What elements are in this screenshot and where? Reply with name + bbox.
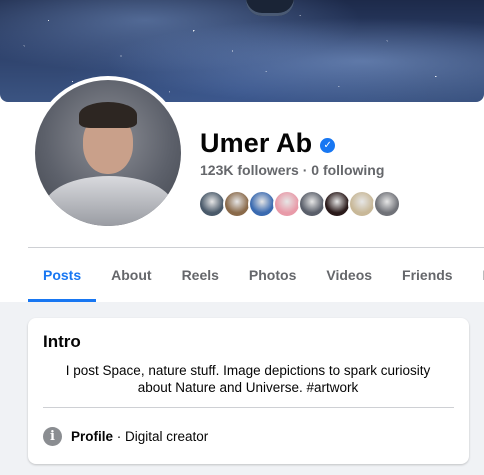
info-icon: i [43,427,62,446]
follower-avatars [198,190,401,218]
intro-card: Intro I post Space, nature stuff. Image … [28,318,469,464]
follower-avatar[interactable] [298,190,326,218]
intro-title: Intro [43,332,81,351]
tab-about[interactable]: About [96,248,166,302]
profile-separator: · [113,429,126,444]
follower-avatar[interactable] [223,190,251,218]
follower-avatar[interactable] [248,190,276,218]
follower-avatar[interactable] [348,190,376,218]
intro-divider [43,407,454,408]
follower-avatar[interactable] [323,190,351,218]
profile-name-row: Umer Ab ✓ [200,128,336,159]
follower-avatar[interactable] [373,190,401,218]
bio-line: I post Space, nature stuff. Image depict… [65,363,431,378]
following-count[interactable]: 0 following [311,162,384,178]
profile-category-row: i Profile · Digital creator [43,427,208,446]
follower-avatar[interactable] [273,190,301,218]
stats-separator: · [302,162,308,178]
tab-reels[interactable]: Reels [167,248,234,302]
verified-badge-icon[interactable]: ✓ [320,137,336,153]
avatar-hair [79,102,137,128]
profile-type: Digital creator [125,429,209,444]
tab-friends[interactable]: Friends [387,248,468,302]
profile-avatar[interactable] [31,76,185,230]
avatar-image [35,80,181,226]
followers-count[interactable]: 123K followers [200,162,299,178]
profile-label: Profile [71,429,114,444]
tab-videos[interactable]: Videos [311,248,387,302]
profile-stats: 123K followers · 0 following [200,162,384,178]
intro-bio: I post Space, nature stuff. Image depict… [48,362,448,396]
bio-line: about Nature and Universe. #artwork [137,380,359,395]
profile-name[interactable]: Umer Ab [200,128,312,159]
tab-more[interactable]: Mo [468,248,484,302]
profile-tabs: Posts About Reels Photos Videos Friends … [28,248,484,302]
tab-posts[interactable]: Posts [28,248,97,302]
avatar-armor [45,176,173,226]
follower-avatar[interactable] [198,190,226,218]
tab-photos[interactable]: Photos [234,248,311,302]
